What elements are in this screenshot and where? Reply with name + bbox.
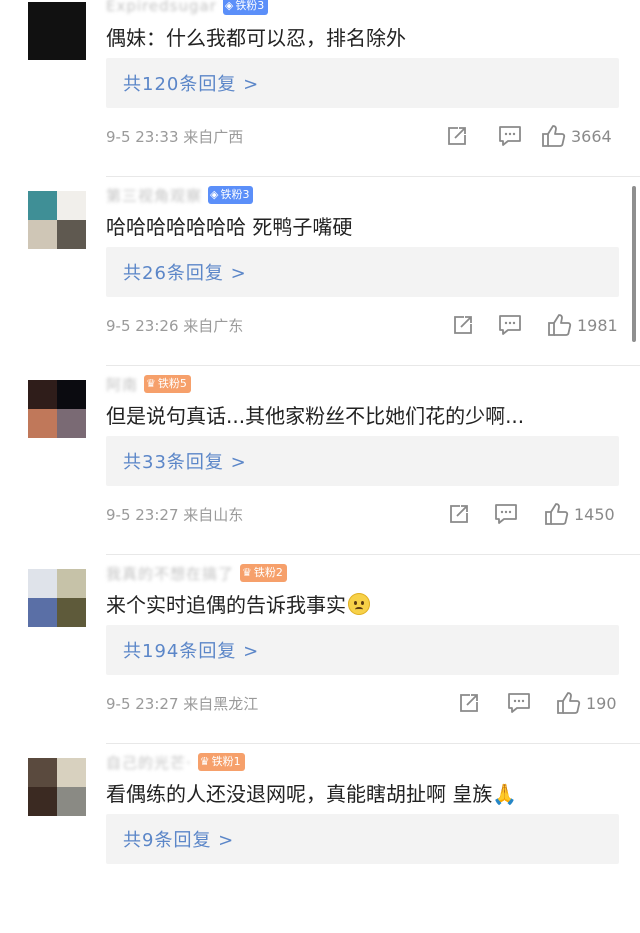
diamond-icon: ◈ [224, 0, 234, 12]
share-button[interactable] [452, 313, 474, 337]
folded-hands-icon: 🙏 [492, 782, 518, 806]
avatar[interactable] [28, 380, 86, 438]
comment-item: 阿南 ♛ 铁粉5 但是说句真话...其他家粉丝不比她们花的少啊... 共33条回复 > 9… [0, 366, 640, 555]
reply-button[interactable] [498, 124, 522, 148]
comment-icon [498, 125, 522, 147]
avatar[interactable] [28, 191, 86, 249]
thumbs-up-icon [547, 313, 573, 337]
comment-meta: 第三视角观察 ◈ 铁粉3 [106, 183, 254, 207]
avatar[interactable] [28, 758, 86, 816]
like-count: 3664 [571, 126, 612, 146]
diamond-icon: ♛ [199, 755, 210, 768]
comment-meta: 自己的光芒· ♛ 铁粉1 [106, 750, 245, 774]
view-replies-link[interactable]: 共33条回复 > [123, 448, 247, 474]
comment-text: 但是说句真话...其他家粉丝不比她们花的少啊... [106, 400, 524, 429]
avatar[interactable] [28, 2, 86, 60]
comment-icon [498, 314, 522, 336]
fan-badge[interactable]: ♛ 铁粉1 [197, 753, 245, 771]
thumbs-up-icon [544, 502, 570, 526]
share-icon [452, 314, 474, 336]
scrollbar[interactable] [632, 186, 636, 342]
like-button[interactable]: 3664 [541, 124, 612, 148]
badge-label: 铁粉1 [211, 755, 241, 768]
comment-text-content: 偶妹：什么我都可以忍，排名除外 [106, 26, 406, 50]
comment-footer: 9-5 23:33 来自广西 3664 [106, 124, 620, 150]
badge-label: 铁粉3 [220, 188, 250, 201]
timestamp: 9-5 23:27 来自山东 [106, 506, 244, 524]
comment-item: 我真的不想在搞了 ♛ 铁粉2 来个实时追偶的告诉我事实共194条回复 > 9-5 23:… [0, 555, 640, 744]
comment-text-content: 哈哈哈哈哈哈哈 死鸭子嘴硬 [106, 215, 353, 239]
reply-button[interactable] [494, 502, 518, 526]
reply-summary[interactable]: 共194条回复 > [106, 625, 619, 675]
fan-badge[interactable]: ◈ 铁粉3 [208, 186, 254, 204]
comment-icon [494, 503, 518, 525]
comment-icon [507, 692, 531, 714]
comment-meta: 我真的不想在搞了 ♛ 铁粉2 [106, 561, 287, 585]
fan-badge[interactable]: ♛ 铁粉2 [240, 564, 287, 582]
badge-label: 铁粉2 [253, 566, 283, 579]
comment-meta: 阿南 ♛ 铁粉5 [106, 372, 191, 396]
comment-text: 哈哈哈哈哈哈哈 死鸭子嘴硬 [106, 211, 352, 240]
like-button[interactable]: 1450 [544, 502, 615, 526]
diamond-icon: ♛ [146, 377, 156, 390]
view-replies-link[interactable]: 共9条回复 > [123, 826, 234, 852]
comment-item: 第三视角观察 ◈ 铁粉3 哈哈哈哈哈哈哈 死鸭子嘴硬共26条回复 > 9-5 23:26… [0, 177, 640, 366]
view-replies-link[interactable]: 共194条回复 > [123, 637, 259, 663]
diamond-icon: ◈ [210, 188, 219, 201]
comment-text: 偶妹：什么我都可以忍，排名除外 [106, 22, 406, 51]
comment-text-content: 看偶练的人还没退网呢，真能瞎胡扯啊 皇族 [106, 782, 493, 806]
username[interactable]: 第三视角观察 [106, 185, 202, 206]
username[interactable]: 我真的不想在搞了 [106, 563, 234, 584]
like-count: 190 [586, 693, 617, 713]
view-replies-link[interactable]: 共120条回复 > [123, 70, 259, 96]
comment-meta: Expiredsugar ◈ 铁粉3 [106, 0, 269, 18]
username[interactable]: 自己的光芒· [106, 752, 192, 773]
like-button[interactable]: 1981 [547, 313, 618, 337]
badge-label: 铁粉5 [157, 377, 187, 390]
avatar[interactable] [28, 569, 86, 627]
username[interactable]: 阿南 [106, 374, 138, 395]
timestamp: 9-5 23:27 来自黑龙江 [106, 695, 259, 713]
comment-text-content: 但是说句真话...其他家粉丝不比她们花的少啊... [106, 404, 525, 428]
share-icon [448, 503, 470, 525]
comment-footer: 9-5 23:27 来自山东 1450 [106, 502, 620, 528]
thumbs-up-icon [556, 691, 582, 715]
fan-badge[interactable]: ♛ 铁粉5 [144, 375, 191, 393]
timestamp: 9-5 23:26 来自广东 [106, 317, 244, 335]
like-count: 1981 [577, 315, 618, 335]
share-button[interactable] [458, 691, 480, 715]
timestamp: 9-5 23:33 来自广西 [106, 128, 244, 146]
thumbs-up-icon [541, 124, 567, 148]
share-icon [446, 125, 468, 147]
share-icon [458, 692, 480, 714]
comment-footer: 9-5 23:26 来自广东 1981 [106, 313, 620, 339]
comment-text: 看偶练的人还没退网呢，真能瞎胡扯啊 皇族🙏 [106, 778, 517, 807]
reply-summary[interactable]: 共33条回复 > [106, 436, 619, 486]
comment-text: 来个实时追偶的告诉我事实 [106, 589, 370, 618]
share-button[interactable] [446, 124, 468, 148]
fan-badge[interactable]: ◈ 铁粉3 [222, 0, 269, 15]
view-replies-link[interactable]: 共26条回复 > [123, 259, 247, 285]
reply-button[interactable] [498, 313, 522, 337]
like-button[interactable]: 190 [556, 691, 617, 715]
reply-summary[interactable]: 共26条回复 > [106, 247, 619, 297]
reply-summary[interactable]: 共120条回复 > [106, 58, 619, 108]
diamond-icon: ♛ [242, 566, 252, 579]
comment-item: 自己的光芒· ♛ 铁粉1 看偶练的人还没退网呢，真能瞎胡扯啊 皇族🙏 共9条回复 > [0, 744, 640, 933]
comment-item: Expiredsugar ◈ 铁粉3 偶妹：什么我都可以忍，排名除外共120条回复 >… [0, 0, 640, 177]
pleading-face-icon [348, 593, 370, 615]
share-button[interactable] [448, 502, 470, 526]
username[interactable]: Expiredsugar [106, 0, 217, 15]
comment-footer: 9-5 23:27 来自黑龙江 190 [106, 691, 620, 717]
reply-button[interactable] [507, 691, 531, 715]
comment-text-content: 来个实时追偶的告诉我事实 [106, 593, 346, 617]
badge-label: 铁粉3 [235, 0, 265, 12]
like-count: 1450 [574, 504, 615, 524]
reply-summary[interactable]: 共9条回复 > [106, 814, 619, 864]
